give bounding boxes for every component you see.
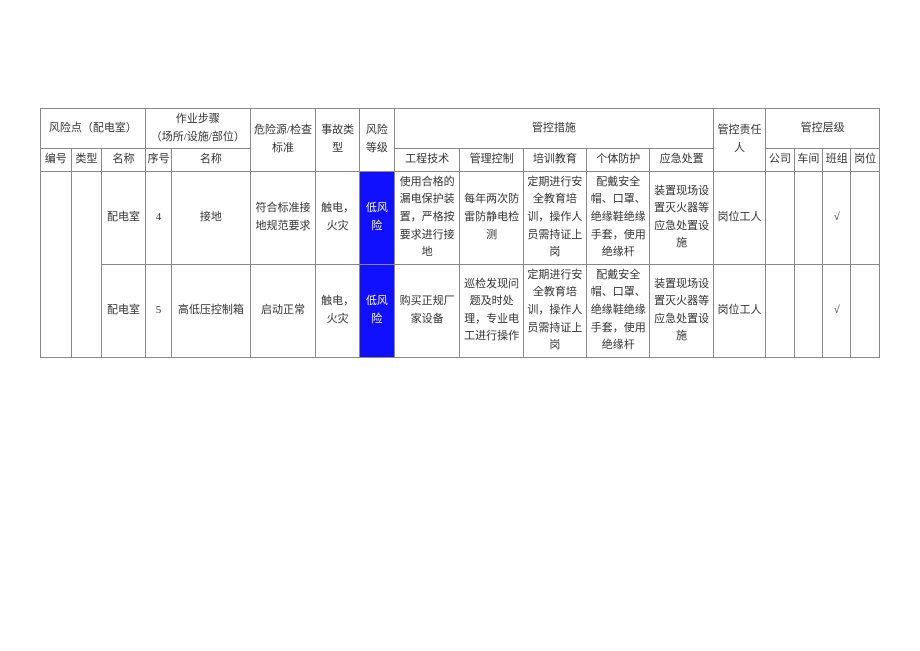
cell-management: 巡检发现问题及时处理，专业电工进行操作 [460, 264, 523, 357]
header-responsible: 管控责任人 [713, 109, 765, 172]
cell-company [766, 171, 794, 264]
header-team: 班组 [823, 149, 851, 172]
header-workshop: 车间 [794, 149, 822, 172]
header-type: 类型 [71, 149, 102, 172]
cell-step-name: 接地 [172, 171, 251, 264]
cell-training: 定期进行安全教育培训，操作人员需持证上岗 [523, 264, 586, 357]
header-step-name: 名称 [172, 149, 251, 172]
header-ppe: 个体防护 [587, 149, 650, 172]
table-row: 配电室 4 接地 符合标准接地规范要求 触电，火灾 低风险 使用合格的漏电保护装… [41, 171, 880, 264]
cell-responsible: 岗位工人 [713, 171, 765, 264]
cell-no [41, 171, 72, 357]
header-accident-type: 事故类型 [316, 109, 360, 172]
cell-step-name: 高低压控制箱 [172, 264, 251, 357]
header-post: 岗位 [851, 149, 880, 172]
header-risk-level: 风险等级 [359, 109, 394, 172]
header-emergency: 应急处置 [650, 149, 713, 172]
table-row: 配电室 5 高低压控制箱 启动正常 触电，火灾 低风险 购买正规厂家设备 巡检发… [41, 264, 880, 357]
header-control-levels: 管控层级 [766, 109, 880, 149]
cell-name: 配电室 [102, 171, 146, 264]
header-control-measures: 管控措施 [394, 109, 713, 149]
cell-team: √ [823, 171, 851, 264]
cell-accident-type: 触电，火灾 [316, 171, 360, 264]
cell-management: 每年两次防雷防静电检测 [460, 171, 523, 264]
header-training: 培训教育 [523, 149, 586, 172]
cell-hazard-std: 启动正常 [250, 264, 316, 357]
cell-team: √ [823, 264, 851, 357]
cell-risk-level: 低风险 [359, 264, 394, 357]
cell-responsible: 岗位工人 [713, 264, 765, 357]
header-seq: 序号 [145, 149, 171, 172]
cell-workshop [794, 171, 822, 264]
header-no: 编号 [41, 149, 72, 172]
header-management: 管理控制 [460, 149, 523, 172]
cell-type [71, 171, 102, 357]
cell-risk-level: 低风险 [359, 171, 394, 264]
cell-emergency: 装置现场设置灭火器等应急处置设施 [650, 171, 713, 264]
header-company: 公司 [766, 149, 794, 172]
risk-assessment-table: 风险点（配电室） 作业步骤 （场所/设施/部位） 危险源/检查标准 事故类型 风… [40, 108, 880, 358]
cell-post [851, 264, 880, 357]
cell-company [766, 264, 794, 357]
header-work-steps: 作业步骤 （场所/设施/部位） [145, 109, 250, 149]
cell-post [851, 171, 880, 264]
cell-seq: 4 [145, 171, 171, 264]
header-risk-point: 风险点（配电室） [41, 109, 146, 149]
cell-training: 定期进行安全教育培训，操作人员需持证上岗 [523, 171, 586, 264]
header-hazard-std: 危险源/检查标准 [250, 109, 316, 172]
cell-engineering: 购买正规厂家设备 [394, 264, 460, 357]
cell-ppe: 配戴安全帽、口罩、绝缘鞋绝缘手套，使用绝缘杆 [587, 264, 650, 357]
cell-engineering: 使用合格的漏电保护装置，严格按要求进行接地 [394, 171, 460, 264]
header-engineering: 工程技术 [394, 149, 460, 172]
cell-name: 配电室 [102, 264, 146, 357]
cell-workshop [794, 264, 822, 357]
cell-hazard-std: 符合标准接地规范要求 [250, 171, 316, 264]
cell-seq: 5 [145, 264, 171, 357]
cell-emergency: 装置现场设置灭火器等应急处置设施 [650, 264, 713, 357]
cell-accident-type: 触电，火灾 [316, 264, 360, 357]
header-name: 名称 [102, 149, 146, 172]
cell-ppe: 配戴安全帽、口罩、绝缘鞋绝缘手套，使用绝缘杆 [587, 171, 650, 264]
